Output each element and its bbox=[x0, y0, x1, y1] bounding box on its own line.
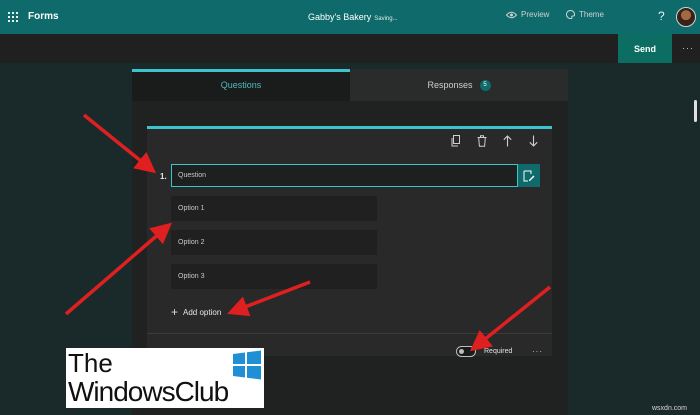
windows-logo-icon bbox=[233, 350, 261, 380]
divider bbox=[147, 333, 552, 334]
option-label: Option 1 bbox=[178, 205, 205, 212]
option-field[interactable]: Option 3 bbox=[171, 264, 377, 289]
responses-count-badge: 5 bbox=[479, 79, 491, 91]
tab-bar: Questions Responses 5 bbox=[132, 69, 568, 101]
edit-icon bbox=[523, 170, 535, 181]
tab-questions[interactable]: Questions bbox=[132, 69, 350, 101]
scrollbar[interactable] bbox=[694, 100, 697, 122]
site-watermark: wsxdn.com bbox=[652, 405, 688, 412]
plus-icon: + bbox=[171, 305, 179, 319]
add-option-label: Add option bbox=[183, 307, 222, 317]
question-format-button[interactable] bbox=[518, 164, 540, 187]
preview-button[interactable]: Preview bbox=[506, 10, 549, 19]
command-bar bbox=[0, 34, 700, 63]
logo-line1: The bbox=[68, 348, 113, 378]
copy-icon[interactable] bbox=[451, 135, 461, 147]
form-title: Gabby's Bakery bbox=[308, 12, 372, 22]
question-input[interactable]: Question bbox=[171, 164, 518, 187]
eye-icon bbox=[506, 11, 517, 18]
question-more-icon[interactable]: ··· bbox=[532, 347, 543, 356]
question-placeholder: Question bbox=[178, 172, 207, 179]
document-title: Gabby's Bakery Saving... bbox=[308, 12, 398, 22]
option-field[interactable]: Option 2 bbox=[171, 230, 377, 255]
app-name[interactable]: Forms bbox=[28, 11, 59, 22]
move-down-icon[interactable] bbox=[529, 135, 538, 147]
save-status: Saving... bbox=[374, 16, 398, 22]
required-label: Required bbox=[484, 348, 513, 355]
send-button[interactable]: Send bbox=[618, 34, 672, 63]
avatar[interactable] bbox=[676, 7, 696, 27]
palette-icon bbox=[566, 10, 575, 19]
more-options-icon[interactable]: ··· bbox=[682, 43, 694, 53]
tab-questions-label: Questions bbox=[220, 80, 262, 90]
required-toggle[interactable] bbox=[456, 346, 476, 357]
add-option-button[interactable]: + Add option bbox=[171, 305, 221, 319]
tab-responses[interactable]: Responses 5 bbox=[350, 69, 568, 101]
app-launcher-icon[interactable] bbox=[8, 12, 18, 22]
option-label: Option 3 bbox=[178, 273, 205, 280]
toggle-knob bbox=[459, 349, 464, 354]
preview-label: Preview bbox=[521, 10, 550, 19]
option-field[interactable]: Option 1 bbox=[171, 196, 377, 221]
move-up-icon[interactable] bbox=[503, 135, 512, 147]
logo-line2: WindowsClub bbox=[68, 376, 229, 407]
tab-responses-label: Responses bbox=[427, 80, 473, 90]
windowsclub-logo: The WindowsClub bbox=[66, 348, 264, 408]
option-label: Option 2 bbox=[178, 239, 205, 246]
theme-label: Theme bbox=[579, 10, 604, 19]
theme-button[interactable]: Theme bbox=[566, 10, 604, 19]
help-icon[interactable]: ? bbox=[658, 9, 665, 23]
delete-icon[interactable] bbox=[477, 135, 487, 147]
question-number: 1. bbox=[160, 172, 167, 181]
